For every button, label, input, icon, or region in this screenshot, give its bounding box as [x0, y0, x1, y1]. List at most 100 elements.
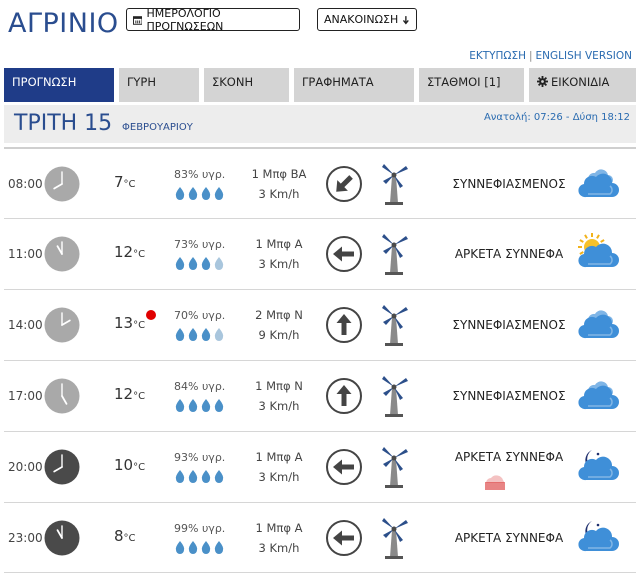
wind-turbine-icon: [382, 305, 408, 346]
forecast-table: 08:00 7°C 83% υγρ. 1 Μπφ ΒΑ 3 Km/h ΣΥΝΝΕ…: [4, 147, 636, 573]
weather-condition: ΑΡΚΕΤΑ ΣΥΝΝΕΦΑ: [454, 531, 564, 545]
wind-force: 1 Μπφ Ν: [255, 379, 303, 393]
humidity: 70% υγρ.: [174, 309, 226, 322]
gear-icon: [537, 76, 548, 87]
wind-force: 1 Μπφ ΒΑ: [251, 167, 307, 181]
temperature-unit: °C: [133, 391, 146, 402]
clock-icon: [44, 236, 80, 272]
forecast-time: 11:00: [8, 247, 43, 261]
wind-speed: 3 Km/h: [258, 187, 300, 201]
temperature-unit: °C: [133, 320, 146, 331]
humidity-drops-icon: [175, 541, 224, 554]
temperature-value: 13: [114, 314, 134, 332]
tab-charts[interactable]: ΓΡΑΦΗΜΑΤΑ: [294, 68, 414, 102]
humidity: 93% υγρ.: [174, 451, 226, 464]
humidity-drops-icon: [175, 257, 224, 270]
weather-condition: ΣΥΝΝΕΦΙΑΣΜΕΝΟΣ: [452, 318, 566, 332]
forecast-time: 20:00: [8, 460, 43, 474]
weather-condition: ΑΡΚΕΤΑ ΣΥΝΝΕΦΑ: [454, 247, 564, 261]
temperature-unit: °C: [123, 533, 136, 544]
day-month: ΦΕΒΡΟΥΑΡΙΟΥ: [122, 122, 193, 133]
clock-icon: [44, 449, 80, 485]
forecast-time: 23:00: [8, 531, 43, 545]
wind-turbine-icon: [382, 234, 408, 275]
weather-alert-dot[interactable]: [146, 310, 156, 320]
temperature-unit: °C: [123, 179, 136, 190]
temperature-value: 8: [114, 527, 124, 545]
cloudy-icon: [578, 381, 619, 410]
page-header: ΑΓΡΙΝΙΟ ΗΜΕΡΟΛΟΓΙΟ ΠΡΟΓΝΩΣΕΩΝ ΑΝΑΚΟΙΝΩΣΗ…: [0, 0, 639, 63]
tab-label: ΠΡΟΓΝΩΣΗ: [12, 75, 77, 89]
city-title: ΑΓΡΙΝΙΟ: [8, 8, 119, 39]
humidity-drops-icon: [175, 470, 224, 483]
temperature-value: 12: [114, 385, 134, 403]
english-version-link[interactable]: ENGLISH VERSION: [536, 50, 632, 62]
wind-speed: 9 Km/h: [258, 328, 300, 342]
sun-cloud-icon: [578, 233, 619, 268]
tab-forecast[interactable]: ΠΡΟΓΝΩΣΗ: [4, 68, 114, 102]
temperature: 12°C: [114, 385, 145, 403]
forecast-row: 08:00 7°C 83% υγρ. 1 Μπφ ΒΑ 3 Km/h ΣΥΝΝΕ…: [4, 147, 636, 218]
temperature: 7°C: [114, 173, 136, 191]
forecast-row: 17:00 12°C 84% υγρ. 1 Μπφ Ν 3 Km/h ΣΥΝΝΕ…: [4, 360, 636, 431]
haze-icon: [485, 475, 505, 490]
arrow-west-icon: [326, 236, 362, 272]
arrow-down-icon: [403, 15, 410, 24]
tab-pollen[interactable]: ΓΥΡΗ: [119, 68, 199, 102]
moon-cloud-icon: [578, 450, 619, 481]
link-separator: |: [528, 50, 533, 62]
humidity: 73% υγρ.: [174, 238, 226, 251]
cloudy-icon: [578, 169, 619, 198]
top-links: ΕΚΤΥΠΩΣΗ | ENGLISH VERSION: [469, 50, 632, 62]
tab-label: ΕΙΚΟΝΙΔΙΑ: [551, 75, 610, 89]
temperature-value: 7: [114, 173, 124, 191]
wind-turbine-icon: [382, 518, 408, 559]
clock-icon: [44, 166, 80, 202]
wind-speed: 3 Km/h: [258, 399, 300, 413]
print-link[interactable]: ΕΚΤΥΠΩΣΗ: [469, 50, 526, 62]
arrow-west-icon: [326, 520, 362, 556]
humidity: 84% υγρ.: [174, 380, 226, 393]
tab-icons[interactable]: ΕΙΚΟΝΙΔΙΑ: [529, 68, 636, 102]
tab-dust[interactable]: ΣΚΟΝΗ: [204, 68, 289, 102]
arrow-southwest-icon: [326, 166, 362, 202]
temperature-unit: °C: [133, 249, 146, 260]
tab-label: ΣΚΟΝΗ: [212, 75, 254, 89]
day-header: ΤΡΙΤΗ 15 ΦΕΒΡΟΥΑΡΙΟΥ Ανατολή: 07:26 - Δύ…: [4, 105, 636, 143]
clock-icon: [44, 520, 80, 556]
temperature: 13°C: [114, 314, 145, 332]
humidity-drops-icon: [175, 328, 224, 341]
forecast-row: 14:00 13°C 70% υγρ. 2 Μπφ Ν 9 Km/h ΣΥΝΝΕ…: [4, 289, 636, 360]
humidity-drops-icon: [175, 187, 224, 200]
weather-condition: ΣΥΝΝΕΦΙΑΣΜΕΝΟΣ: [452, 177, 566, 191]
calendar-button-label: ΗΜΕΡΟΛΟΓΙΟ ΠΡΟΓΝΩΣΕΩΝ: [146, 6, 224, 33]
arrow-west-icon: [326, 449, 362, 485]
calendar-icon: [133, 15, 143, 25]
humidity: 83% υγρ.: [174, 168, 226, 181]
wind-force: 1 Μπφ Α: [255, 521, 303, 535]
forecast-row: 20:00 10°C 93% υγρ. 1 Μπφ Α 3 Km/h ΑΡΚΕΤ…: [4, 431, 636, 502]
wind-speed: 3 Km/h: [258, 470, 300, 484]
clock-icon: [44, 307, 80, 343]
temperature: 12°C: [114, 243, 145, 261]
tab-stations[interactable]: ΣΤΑΘΜΟΙ [1]: [419, 68, 524, 102]
forecast-row: 23:00 8°C 99% υγρ. 1 Μπφ Α 3 Km/h ΑΡΚΕΤΑ…: [4, 502, 636, 573]
humidity: 99% υγρ.: [174, 522, 226, 535]
wind-turbine-icon: [382, 164, 408, 205]
tab-label: ΓΡΑΦΗΜΑΤΑ: [302, 75, 374, 89]
arrow-north-icon: [326, 378, 362, 414]
sunrise-sunset: Ανατολή: 07:26 - Δύση 18:12: [483, 112, 630, 123]
tab-label: ΓΥΡΗ: [127, 75, 157, 89]
main-tabs: ΠΡΟΓΝΩΣΗ ΓΥΡΗ ΣΚΟΝΗ ΓΡΑΦΗΜΑΤΑ ΣΤΑΘΜΟΙ [1…: [4, 68, 636, 102]
wind-force: 1 Μπφ Α: [255, 450, 303, 464]
wind-force: 2 Μπφ Ν: [255, 308, 303, 322]
forecast-time: 17:00: [8, 389, 43, 403]
moon-cloud-icon: [578, 521, 619, 552]
wind-speed: 3 Km/h: [258, 257, 300, 271]
clock-icon: [44, 378, 80, 414]
forecast-calendar-button[interactable]: ΗΜΕΡΟΛΟΓΙΟ ΠΡΟΓΝΩΣΕΩΝ: [126, 6, 300, 33]
temperature-value: 12: [114, 243, 134, 261]
announcement-button[interactable]: ΑΝΑΚΟΙΝΩΣΗ: [317, 8, 417, 31]
temperature-unit: °C: [133, 462, 146, 473]
forecast-row: 11:00 12°C 73% υγρ. 1 Μπφ Α 3 Km/h ΑΡΚΕΤ…: [4, 218, 636, 289]
